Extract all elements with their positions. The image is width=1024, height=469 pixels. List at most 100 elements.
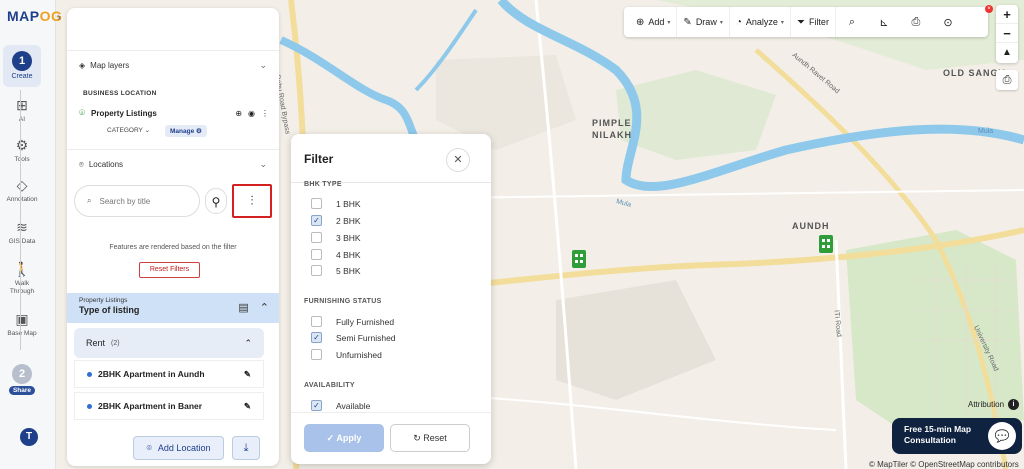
map-label-pimple: PIMPLE: [592, 118, 632, 128]
rail-item-walk-through[interactable]: 🚶 Walk Through: [3, 260, 41, 296]
edit-pencil-icon[interactable]: ✎: [244, 369, 251, 380]
zoom-in-button[interactable]: +: [996, 5, 1018, 24]
rail-label-create: Create: [11, 73, 33, 80]
search-map-button[interactable]: ⌕: [836, 16, 868, 29]
list-item[interactable]: 2BHK Apartment in Baner ✎: [74, 392, 264, 420]
measure-button[interactable]: ⊾: [868, 16, 900, 29]
furnishing-status-heading: FURNISHING STATUS: [304, 298, 382, 305]
rail-item-ai[interactable]: ⊞ AI: [3, 96, 41, 123]
more-options-icon[interactable]: ⋮: [261, 109, 269, 118]
checkbox-5-bhk[interactable]: 5 BHK: [311, 265, 361, 276]
reset-button[interactable]: ↻ Reset: [390, 424, 470, 452]
rail-divider: [20, 90, 21, 350]
ruler-icon: ⊾: [879, 16, 889, 29]
printer-icon: ⎙: [911, 15, 921, 28]
listing-dot: [87, 371, 92, 377]
add-location-button[interactable]: ⌾ Add Location: [133, 436, 224, 460]
property-marker-icon[interactable]: [572, 250, 586, 268]
print-button[interactable]: ⎙: [900, 16, 932, 29]
checkbox-unfurnished[interactable]: Unfurnished: [311, 349, 382, 360]
filter-toolbar-button[interactable]: ⏷ Filter: [791, 7, 836, 37]
attribution-label[interactable]: Attribution: [968, 400, 1004, 409]
info-icon[interactable]: i: [1008, 399, 1019, 410]
consultation-banner[interactable]: Free 15-min Map Consultation 💬: [892, 418, 1022, 454]
crosshair-icon: ⊙: [943, 16, 953, 29]
edit-pencil-icon[interactable]: ✎: [244, 401, 251, 412]
list-item[interactable]: 2BHK Apartment in Aundh ✎: [74, 360, 264, 388]
export-print-button[interactable]: ⎙: [996, 70, 1018, 90]
checkbox-4-bhk[interactable]: 4 BHK: [311, 249, 361, 260]
zoom-to-layer-icon[interactable]: ⊕: [235, 109, 242, 118]
checkbox-1-bhk[interactable]: 1 BHK: [311, 198, 361, 209]
chevron-up-icon[interactable]: ⌃: [260, 302, 269, 314]
rail-item-base-map[interactable]: ▣ Base Map: [3, 310, 41, 337]
compass-reset-button[interactable]: ▲: [996, 43, 1018, 62]
checkbox-available[interactable]: ✓ Available: [311, 400, 370, 411]
add-menu-button[interactable]: ⊕ Add ▾: [630, 7, 678, 37]
checkbox[interactable]: [311, 265, 322, 276]
filter-settings-button[interactable]: ⫶: [232, 184, 272, 218]
listing-dot: [87, 403, 92, 409]
checkbox-checked[interactable]: ✓: [311, 400, 322, 411]
step-1-badge: 1: [12, 51, 32, 71]
rail-item-gis-data[interactable]: ≋ GIS Data: [3, 218, 41, 245]
availability-heading: AVAILABILITY: [304, 382, 355, 389]
checkbox-checked[interactable]: ✓: [311, 332, 322, 343]
checkbox-checked[interactable]: ✓: [311, 215, 322, 226]
side-panel: ◈ Map layers ⌄ BUSINESS LOCATION ⌾ Prope…: [67, 8, 279, 466]
filter-title: Filter: [304, 152, 334, 166]
visibility-eye-icon[interactable]: ◉: [248, 109, 255, 118]
mapog-logo[interactable]: MAPOG: [7, 8, 62, 24]
rail-item-annotation[interactable]: ◇ Annotation: [3, 176, 41, 203]
location-pin-icon: ⌾: [146, 442, 152, 453]
rent-label: Rent: [86, 338, 106, 348]
checkbox-semi-furnished[interactable]: ✓ Semi Furnished: [311, 332, 396, 343]
search-box[interactable]: ⌕: [74, 185, 200, 217]
map-layers-section-header[interactable]: ◈ Map layers ⌄: [67, 50, 279, 80]
apply-button[interactable]: ✓ Apply: [304, 424, 384, 452]
consultation-text: Free 15-min Map Consultation: [904, 424, 972, 445]
property-marker-icon[interactable]: [819, 235, 833, 253]
search-input[interactable]: [99, 196, 190, 206]
rail-item-share[interactable]: 2 Share: [3, 364, 41, 395]
location-filter-button[interactable]: ⚲: [205, 188, 227, 214]
locations-section-header[interactable]: ⌾ Locations ⌄: [67, 149, 279, 179]
rail-item-tools[interactable]: ⚙ Tools: [3, 136, 41, 163]
panel-collapse-chevron-icon[interactable]: ›: [57, 10, 67, 24]
base-map-icon: ▣: [15, 311, 29, 327]
user-avatar[interactable]: T: [20, 428, 38, 446]
close-button[interactable]: ✕: [446, 148, 470, 172]
rail-item-create[interactable]: 1 Create: [3, 45, 41, 87]
chat-bubble-icon[interactable]: 💬: [988, 422, 1016, 450]
checkbox[interactable]: [311, 349, 322, 360]
location-pin-icon: ⌾: [79, 107, 85, 119]
rent-category-row[interactable]: Rent (2) ⌃: [74, 328, 264, 358]
pencil-icon: ✎: [683, 16, 692, 28]
checkbox-fully-furnished[interactable]: Fully Furnished: [311, 316, 394, 327]
reset-filters-button[interactable]: Reset Filters: [139, 262, 200, 278]
listing-group-header[interactable]: Property Listings Type of listing ▤ ⌃: [67, 293, 279, 323]
analyze-menu-button[interactable]: ◔ Analyze ▾: [730, 7, 791, 37]
map-label-aundh: AUNDH: [792, 221, 830, 231]
checkbox-3-bhk[interactable]: 3 BHK: [311, 232, 361, 243]
walk-icon: 🚶: [13, 261, 31, 277]
plus-circle-icon: ⊕: [636, 16, 645, 28]
locate-me-button[interactable]: ⊙: [932, 16, 964, 29]
checkbox[interactable]: [311, 198, 322, 209]
locations-label: Locations: [88, 160, 124, 169]
close-badge-icon[interactable]: ×: [985, 5, 993, 13]
table-view-icon[interactable]: ▤: [238, 302, 248, 314]
checkbox[interactable]: [311, 316, 322, 327]
category-dropdown[interactable]: CATEGORY ⌄: [107, 126, 150, 134]
download-button[interactable]: ⤓: [232, 436, 260, 460]
layer-row-property-listings[interactable]: ⌾ Property Listings ⊕ ◉ ⋮: [79, 104, 269, 122]
zoom-out-button[interactable]: −: [996, 24, 1018, 43]
checkbox[interactable]: [311, 249, 322, 260]
chevron-up-icon[interactable]: ⌃: [244, 338, 252, 349]
zoom-control: + − ▲: [996, 5, 1018, 63]
map-copyright: © MapTiler © OpenStreetMap contributors: [869, 460, 1019, 469]
checkbox-2-bhk[interactable]: ✓ 2 BHK: [311, 215, 361, 226]
checkbox[interactable]: [311, 232, 322, 243]
manage-button[interactable]: Manage ⚙: [165, 125, 207, 137]
draw-menu-button[interactable]: ✎ Draw ▾: [677, 7, 730, 37]
